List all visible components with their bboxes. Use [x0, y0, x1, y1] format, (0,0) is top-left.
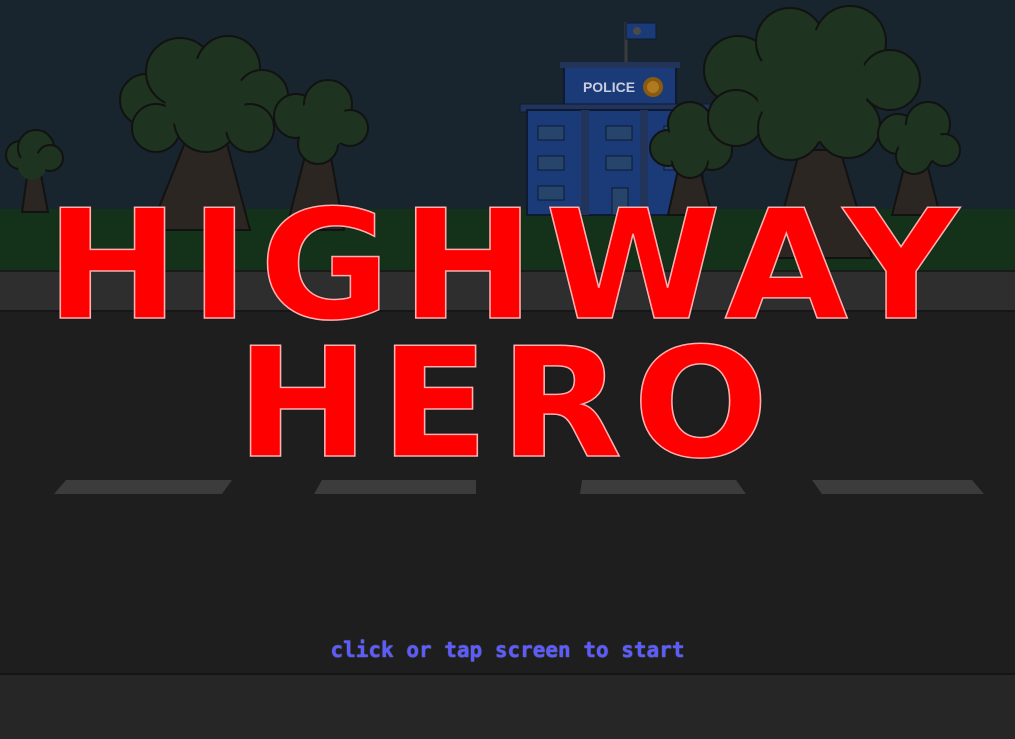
- police-sign-label: POLICE: [582, 79, 636, 95]
- game-screen[interactable]: POLICE HIGHWAY HERO click or tap screen …: [0, 0, 1015, 739]
- bottom-strip: [0, 674, 1015, 739]
- game-title-line-2: HERO: [235, 315, 780, 492]
- start-prompt[interactable]: click or tap screen to start: [0, 638, 1015, 662]
